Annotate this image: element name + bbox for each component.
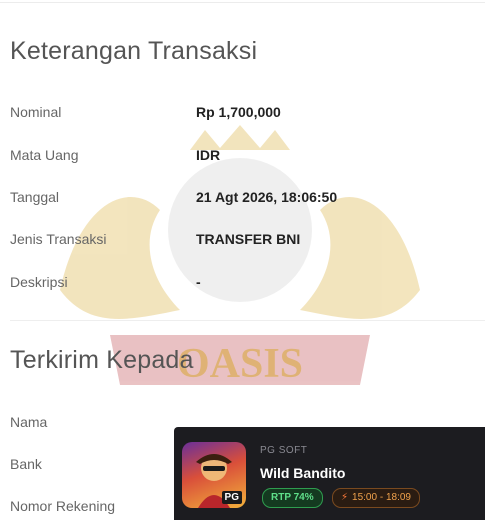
time-range: 15:00 - 18:09 [352,492,411,503]
nominal-value: Rp 1,700,000 [196,104,281,120]
oasis-watermark-logo: OASIS [60,125,420,387]
currency-label: Mata Uang [10,147,79,163]
description-label: Deskripsi [10,274,68,290]
recipient-title: Terkirim Kepada [10,346,194,374]
rtp-badge: RTP 74% [262,488,323,508]
transaction-type-value: TRANSFER BNI [196,231,301,247]
nominal-label: Nominal [10,104,62,120]
time-badge: ⚡ 15:00 - 18:09 [332,488,420,508]
currency-value: IDR [196,147,221,163]
top-divider [0,2,485,3]
transaction-title: Keterangan Transaksi [10,37,258,65]
game-provider: PG SOFT [260,445,308,456]
transaction-type-label: Jenis Transaksi [10,231,107,247]
svg-text:OASIS: OASIS [177,341,303,387]
bolt-icon: ⚡ [341,492,349,503]
game-promo-card[interactable]: PG PG SOFT Wild Bandito RTP 74% ⚡ 15:00 -… [174,427,485,520]
account-number-label: Nomor Rekening [10,498,116,514]
game-thumbnail[interactable]: PG [182,442,246,508]
game-title[interactable]: Wild Bandito [260,465,345,481]
bank-label: Bank [10,456,42,472]
date-label: Tanggal [10,189,60,205]
pg-badge: PG [221,491,242,504]
section-divider [10,320,485,321]
description-value: - [196,274,201,290]
date-value: 21 Agt 2026, 18:06:50 [196,189,338,205]
name-label: Nama [10,414,48,430]
